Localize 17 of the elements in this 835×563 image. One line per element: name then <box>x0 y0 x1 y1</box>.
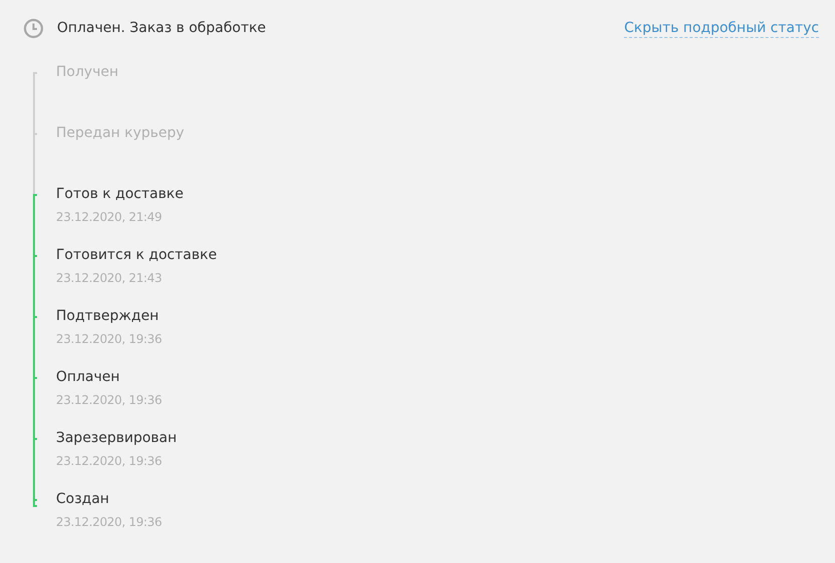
step-date: 23.12.2020, 19:36 <box>56 331 162 348</box>
step-name: Получен <box>56 63 118 81</box>
step-date: 23.12.2020, 19:36 <box>56 514 162 531</box>
order-status: Оплачен. Заказ в обработке <box>57 19 266 38</box>
step-name: Оплачен <box>56 368 121 386</box>
step-name: Подтвержден <box>56 307 160 325</box>
step-name: Создан <box>56 490 110 508</box>
step-name: Зарезервирован <box>56 429 177 447</box>
step-date: 23.12.2020, 21:43 <box>56 270 163 287</box>
step-date: 23.12.2020, 19:36 <box>56 392 162 409</box>
clock-icon <box>23 18 44 39</box>
step-name: Передан курьеру <box>56 124 184 142</box>
step-date: 23.12.2020, 19:36 <box>56 453 163 470</box>
step-date: 23.12.2020, 21:49 <box>56 209 163 226</box>
step-name: Готовится к доставке <box>56 246 217 264</box>
hide-status-link[interactable]: Скрыть подробный статус <box>624 19 819 38</box>
step-name: Готов к доставке <box>56 185 184 203</box>
